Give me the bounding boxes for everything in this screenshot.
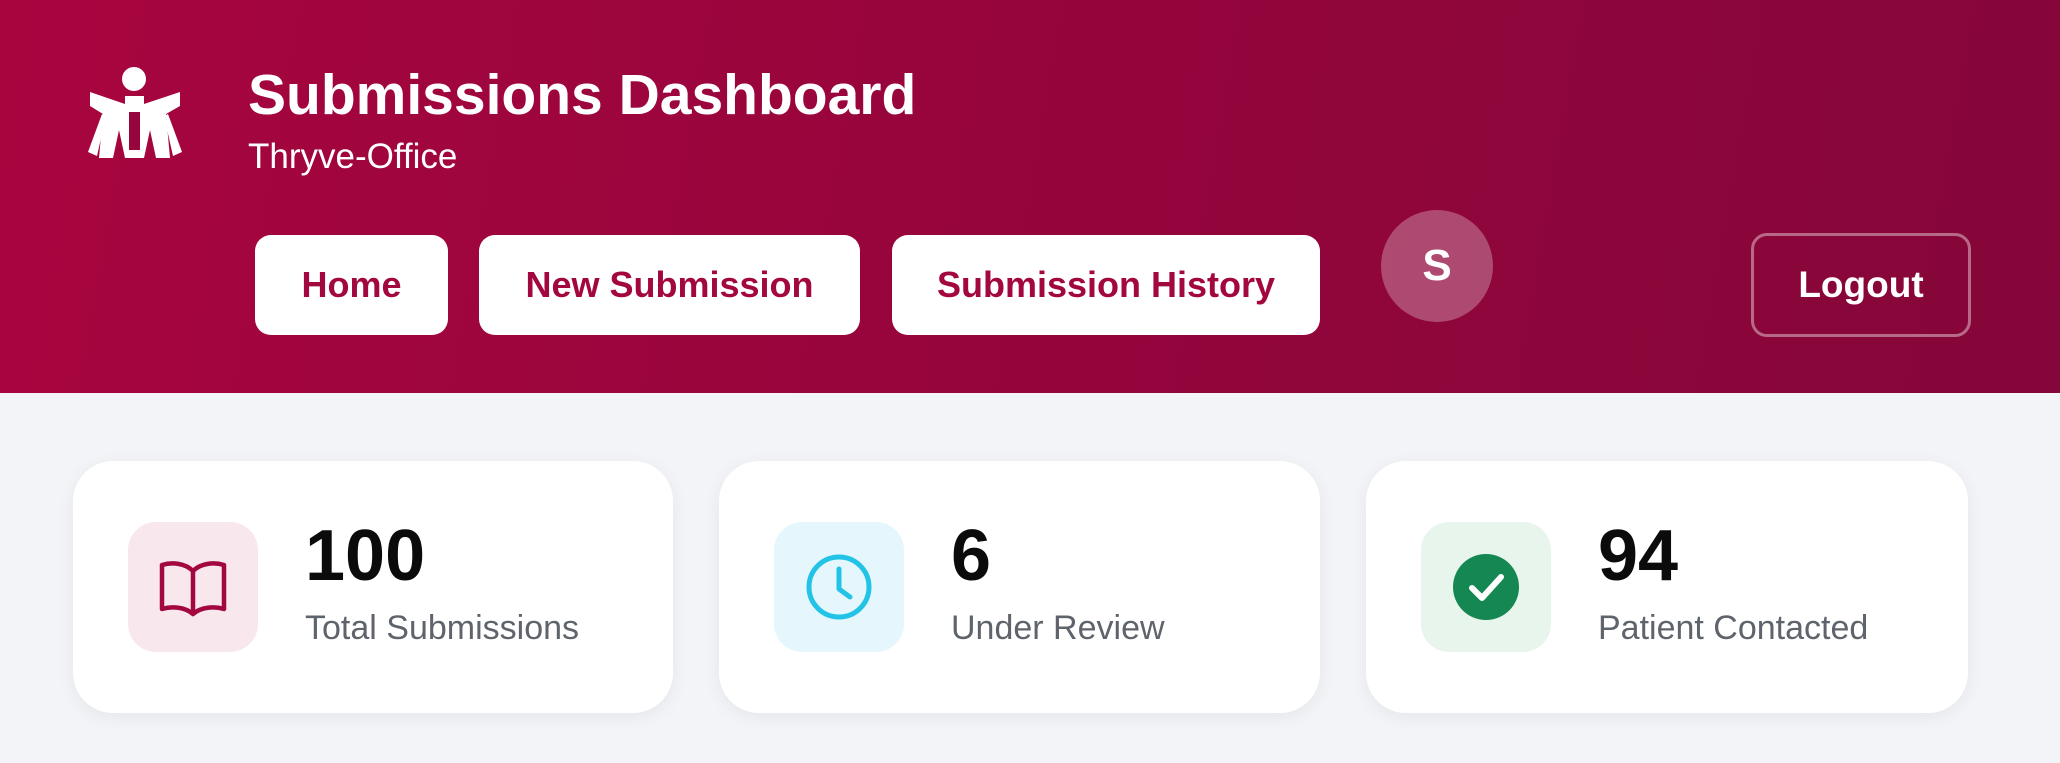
page-title: Submissions Dashboard xyxy=(248,63,917,127)
nav-submission-history-button[interactable]: Submission History xyxy=(892,235,1320,335)
stat-card-patient-contacted: 94 Patient Contacted xyxy=(1366,461,1968,713)
stat-value: 94 xyxy=(1598,516,1679,596)
stat-label: Patient Contacted xyxy=(1598,609,1869,647)
clock-icon xyxy=(774,522,904,652)
nav-new-submission-button[interactable]: New Submission xyxy=(479,235,860,335)
stat-card-under-review: 6 Under Review xyxy=(719,461,1320,713)
nav-home-button[interactable]: Home xyxy=(255,235,448,335)
stat-value: 100 xyxy=(305,516,426,596)
stat-label: Under Review xyxy=(951,609,1165,647)
header-bar: Submissions Dashboard Thryve-Office Home… xyxy=(0,0,2060,393)
stat-value: 6 xyxy=(951,516,992,596)
app-logo xyxy=(88,66,188,176)
check-circle-icon xyxy=(1421,522,1551,652)
logout-button[interactable]: Logout xyxy=(1751,233,1971,337)
user-avatar[interactable]: S xyxy=(1381,210,1493,322)
stat-label: Total Submissions xyxy=(305,609,580,647)
book-icon xyxy=(128,522,258,652)
organization-name: Thryve-Office xyxy=(248,137,458,176)
stat-card-total-submissions: 100 Total Submissions xyxy=(73,461,673,713)
